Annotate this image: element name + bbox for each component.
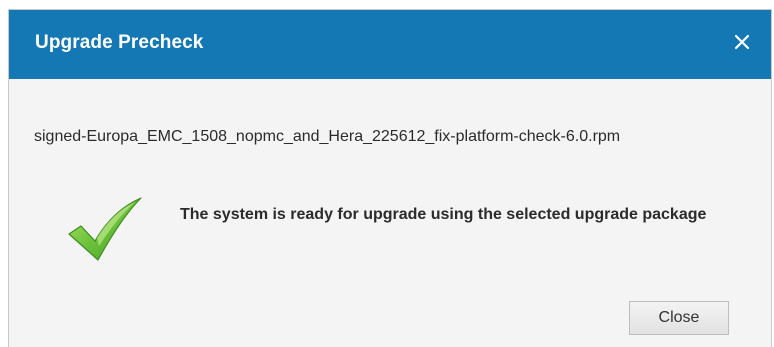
dialog-title: Upgrade Precheck: [35, 32, 204, 53]
dialog-body: signed-Europa_EMC_1508_nopmc_and_Hera_22…: [9, 79, 771, 347]
precheck-result-message: The system is ready for upgrade using th…: [180, 206, 707, 223]
dialog-titlebar: Upgrade Precheck: [9, 10, 771, 79]
package-filename: signed-Europa_EMC_1508_nopmc_and_Hera_22…: [34, 128, 621, 145]
close-icon[interactable]: [731, 31, 753, 53]
screen-backdrop: Upgrade Precheck signed-Europa_EMC_1508_…: [0, 0, 774, 347]
upgrade-precheck-dialog: Upgrade Precheck signed-Europa_EMC_1508_…: [8, 9, 772, 347]
close-button[interactable]: Close: [629, 301, 729, 335]
checkmark-icon: [68, 197, 142, 261]
